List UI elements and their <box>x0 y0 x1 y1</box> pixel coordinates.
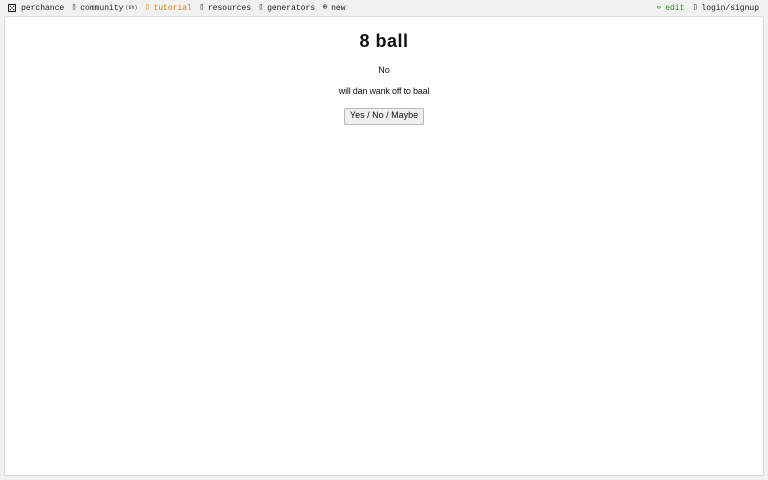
nav-community-count: (6h) <box>125 5 138 11</box>
eight-ball-question: will dan wank off to baal <box>338 86 430 96</box>
plus-circle-icon: ⊕ <box>322 3 328 12</box>
nav-perchance-link[interactable]: perchance <box>8 4 64 13</box>
nav-perchance-label: perchance <box>21 3 65 13</box>
user-icon: ▯ <box>692 3 698 12</box>
pencil-icon: ✏ <box>656 3 662 12</box>
nav-login-link[interactable]: ▯ login/signup <box>692 4 759 13</box>
nav-resources-label: resources <box>207 3 252 13</box>
book-icon: ▯ <box>199 3 205 12</box>
nav-tutorial-label: tutorial <box>153 3 192 13</box>
nav-resources-link[interactable]: ▯ resources <box>199 4 251 13</box>
eight-ball-answer: No <box>378 65 390 75</box>
nav-login-label: login/signup <box>701 3 759 13</box>
chat-icon: ▯ <box>71 3 77 12</box>
dice-icon <box>8 4 16 12</box>
list-icon: ▯ <box>258 3 264 12</box>
nav-generators-link[interactable]: ▯ generators <box>258 4 315 13</box>
nav-edit-label: edit <box>665 3 685 13</box>
nav-community-link[interactable]: ▯ community (6h) <box>71 3 138 13</box>
generator-output-panel: 8 ball No will dan wank off to baal Yes … <box>4 16 764 476</box>
nav-tutorial-link[interactable]: ▯ tutorial <box>144 3 192 13</box>
book-icon: ▯ <box>145 3 150 12</box>
randomize-button[interactable]: Yes / No / Maybe <box>343 108 425 125</box>
nav-right: ✏ edit ▯ login/signup <box>648 0 768 16</box>
nav-generators-label: generators <box>267 3 316 13</box>
nav-community-label: community <box>80 3 124 13</box>
nav-new-link[interactable]: ⊕ new <box>322 3 346 13</box>
nav-new-label: new <box>331 3 346 13</box>
button-row: Yes / No / Maybe <box>5 105 763 125</box>
page-title: 8 ball <box>359 31 409 51</box>
top-nav-bar: perchance ▯ community (6h) ▯ tutorial ▯ … <box>0 0 768 16</box>
nav-left: perchance ▯ community (6h) ▯ tutorial ▯ … <box>0 0 353 16</box>
nav-edit-link[interactable]: ✏ edit <box>656 3 685 13</box>
